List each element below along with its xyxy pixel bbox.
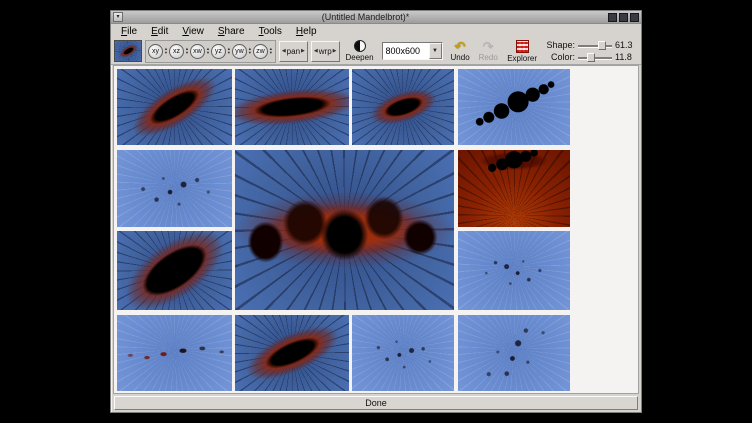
fractal-render: [117, 231, 232, 310]
rotate-zw-control[interactable]: zw ▲▼: [253, 44, 273, 59]
fractal-render: [117, 150, 232, 227]
explorer-mutation-tile[interactable]: [117, 69, 232, 145]
resolution-value: 800x600: [383, 43, 429, 59]
explorer-mutation-tile[interactable]: [352, 315, 454, 391]
resolution-select[interactable]: 800x600 ▼: [382, 42, 443, 60]
fractal-render: [458, 315, 570, 391]
color-slider-label: Color:: [543, 52, 575, 62]
menu-tools[interactable]: Tools: [252, 25, 289, 38]
spin-arrows-icon[interactable]: ▲▼: [226, 47, 231, 55]
minimize-button[interactable]: [608, 13, 617, 22]
menu-view[interactable]: View: [175, 25, 211, 38]
menu-help[interactable]: Help: [289, 25, 324, 38]
spin-arrows-icon[interactable]: ▲▼: [184, 47, 189, 55]
color-slider[interactable]: [578, 53, 612, 62]
undo-button[interactable]: ↶ Undo: [448, 39, 473, 64]
rotate-xz-control[interactable]: xz ▲▼: [169, 44, 189, 59]
close-button[interactable]: [630, 13, 639, 22]
shape-slider[interactable]: [578, 41, 612, 50]
deepen-button[interactable]: Deepen: [343, 39, 377, 64]
fractal-render: [235, 69, 349, 145]
rotate-xw-knob[interactable]: xw: [190, 44, 205, 59]
spin-arrows-icon[interactable]: ▲▼: [163, 47, 168, 55]
warp-control[interactable]: ◀ wrp ▶: [311, 41, 340, 62]
deepen-icon: [354, 40, 366, 52]
toolbar: xy ▲▼ xz ▲▼ xw ▲▼ yz ▲▼ yw ▲▼: [111, 38, 641, 65]
deepen-label: Deepen: [346, 53, 374, 62]
pan-label: pan: [286, 47, 301, 56]
rotate-xw-control[interactable]: xw ▲▼: [190, 44, 210, 59]
fractal-preview-thumbnail[interactable]: [114, 40, 142, 62]
explorer-toggle-button[interactable]: Explorer: [504, 39, 540, 64]
explorer-mutation-tile[interactable]: [458, 315, 570, 391]
warp-right-icon: ▶: [333, 48, 337, 54]
shape-slider-thumb[interactable]: [598, 41, 606, 50]
color-slider-thumb[interactable]: [587, 53, 595, 62]
weirdness-sliders: Shape: 61.3 Color: 11.8: [543, 40, 638, 62]
fractal-render: [235, 150, 454, 310]
explorer-mutation-tile[interactable]: [352, 69, 454, 145]
spin-arrows-icon[interactable]: ▲▼: [247, 47, 252, 55]
redo-icon: ↷: [483, 40, 494, 53]
menu-edit[interactable]: Edit: [144, 25, 175, 38]
explorer-mutation-tile[interactable]: [117, 315, 232, 391]
explorer-mutation-tile[interactable]: [117, 150, 232, 227]
gnofract4d-window: ▾ (Untitled Mandelbrot)* File Edit View …: [110, 10, 642, 413]
rotate-xy-knob[interactable]: xy: [148, 44, 163, 59]
explorer-grid: [113, 65, 639, 394]
spin-arrows-icon[interactable]: ▲▼: [205, 47, 210, 55]
desktop-background: ▾ (Untitled Mandelbrot)* File Edit View …: [0, 0, 752, 423]
window-menu-button[interactable]: ▾: [113, 12, 123, 22]
menu-file[interactable]: File: [114, 25, 144, 38]
rotate-yz-knob[interactable]: yz: [211, 44, 226, 59]
status-bar: Done: [114, 396, 638, 410]
warp-label: wrp: [318, 47, 333, 56]
redo-label: Redo: [479, 53, 498, 62]
window-title: (Untitled Mandelbrot)*: [123, 11, 608, 24]
spin-arrows-icon[interactable]: ▲▼: [268, 47, 273, 55]
fractal-render: [117, 315, 232, 391]
explorer-label: Explorer: [507, 54, 537, 63]
explorer-mutation-tile[interactable]: [458, 150, 570, 227]
shape-slider-value: 61.3: [615, 40, 637, 50]
titlebar[interactable]: ▾ (Untitled Mandelbrot)*: [111, 11, 641, 24]
rotate-yw-control[interactable]: yw ▲▼: [232, 44, 252, 59]
fractal-render: [117, 69, 232, 145]
undo-label: Undo: [451, 53, 470, 62]
fractal-render: [458, 69, 570, 145]
rotate-xy-control[interactable]: xy ▲▼: [148, 44, 168, 59]
maximize-button[interactable]: [619, 13, 628, 22]
thumbnail-fractal: [114, 40, 142, 62]
shape-slider-label: Shape:: [543, 40, 575, 50]
rotate-zw-knob[interactable]: zw: [253, 44, 268, 59]
rotate-xz-knob[interactable]: xz: [169, 44, 184, 59]
fractal-render: [352, 69, 454, 145]
menu-share[interactable]: Share: [211, 25, 252, 38]
rotation-controls: xy ▲▼ xz ▲▼ xw ▲▼ yz ▲▼ yw ▲▼: [145, 40, 276, 63]
explorer-mutation-tile[interactable]: [458, 231, 570, 310]
explorer-mutation-tile[interactable]: [117, 231, 232, 310]
color-slider-value: 11.8: [615, 52, 637, 62]
fractal-render: [235, 315, 349, 391]
explorer-mutation-tile[interactable]: [235, 315, 349, 391]
fractal-render: [352, 315, 454, 391]
explorer-main-tile[interactable]: [235, 150, 454, 310]
undo-icon: ↶: [455, 40, 466, 53]
pan-right-icon: ▶: [301, 48, 305, 54]
redo-button[interactable]: ↷ Redo: [476, 39, 501, 64]
rotate-yz-control[interactable]: yz ▲▼: [211, 44, 231, 59]
fractal-render: [458, 150, 570, 227]
explorer-mutation-tile[interactable]: [458, 69, 570, 145]
menubar: File Edit View Share Tools Help: [111, 24, 641, 38]
fractal-render: [458, 231, 570, 310]
explorer-mutation-tile[interactable]: [235, 69, 349, 145]
explorer-icon: [516, 40, 529, 53]
dropdown-arrow-icon[interactable]: ▼: [429, 43, 442, 59]
pan-control[interactable]: ◀ pan ▶: [279, 41, 308, 62]
rotate-yw-knob[interactable]: yw: [232, 44, 247, 59]
